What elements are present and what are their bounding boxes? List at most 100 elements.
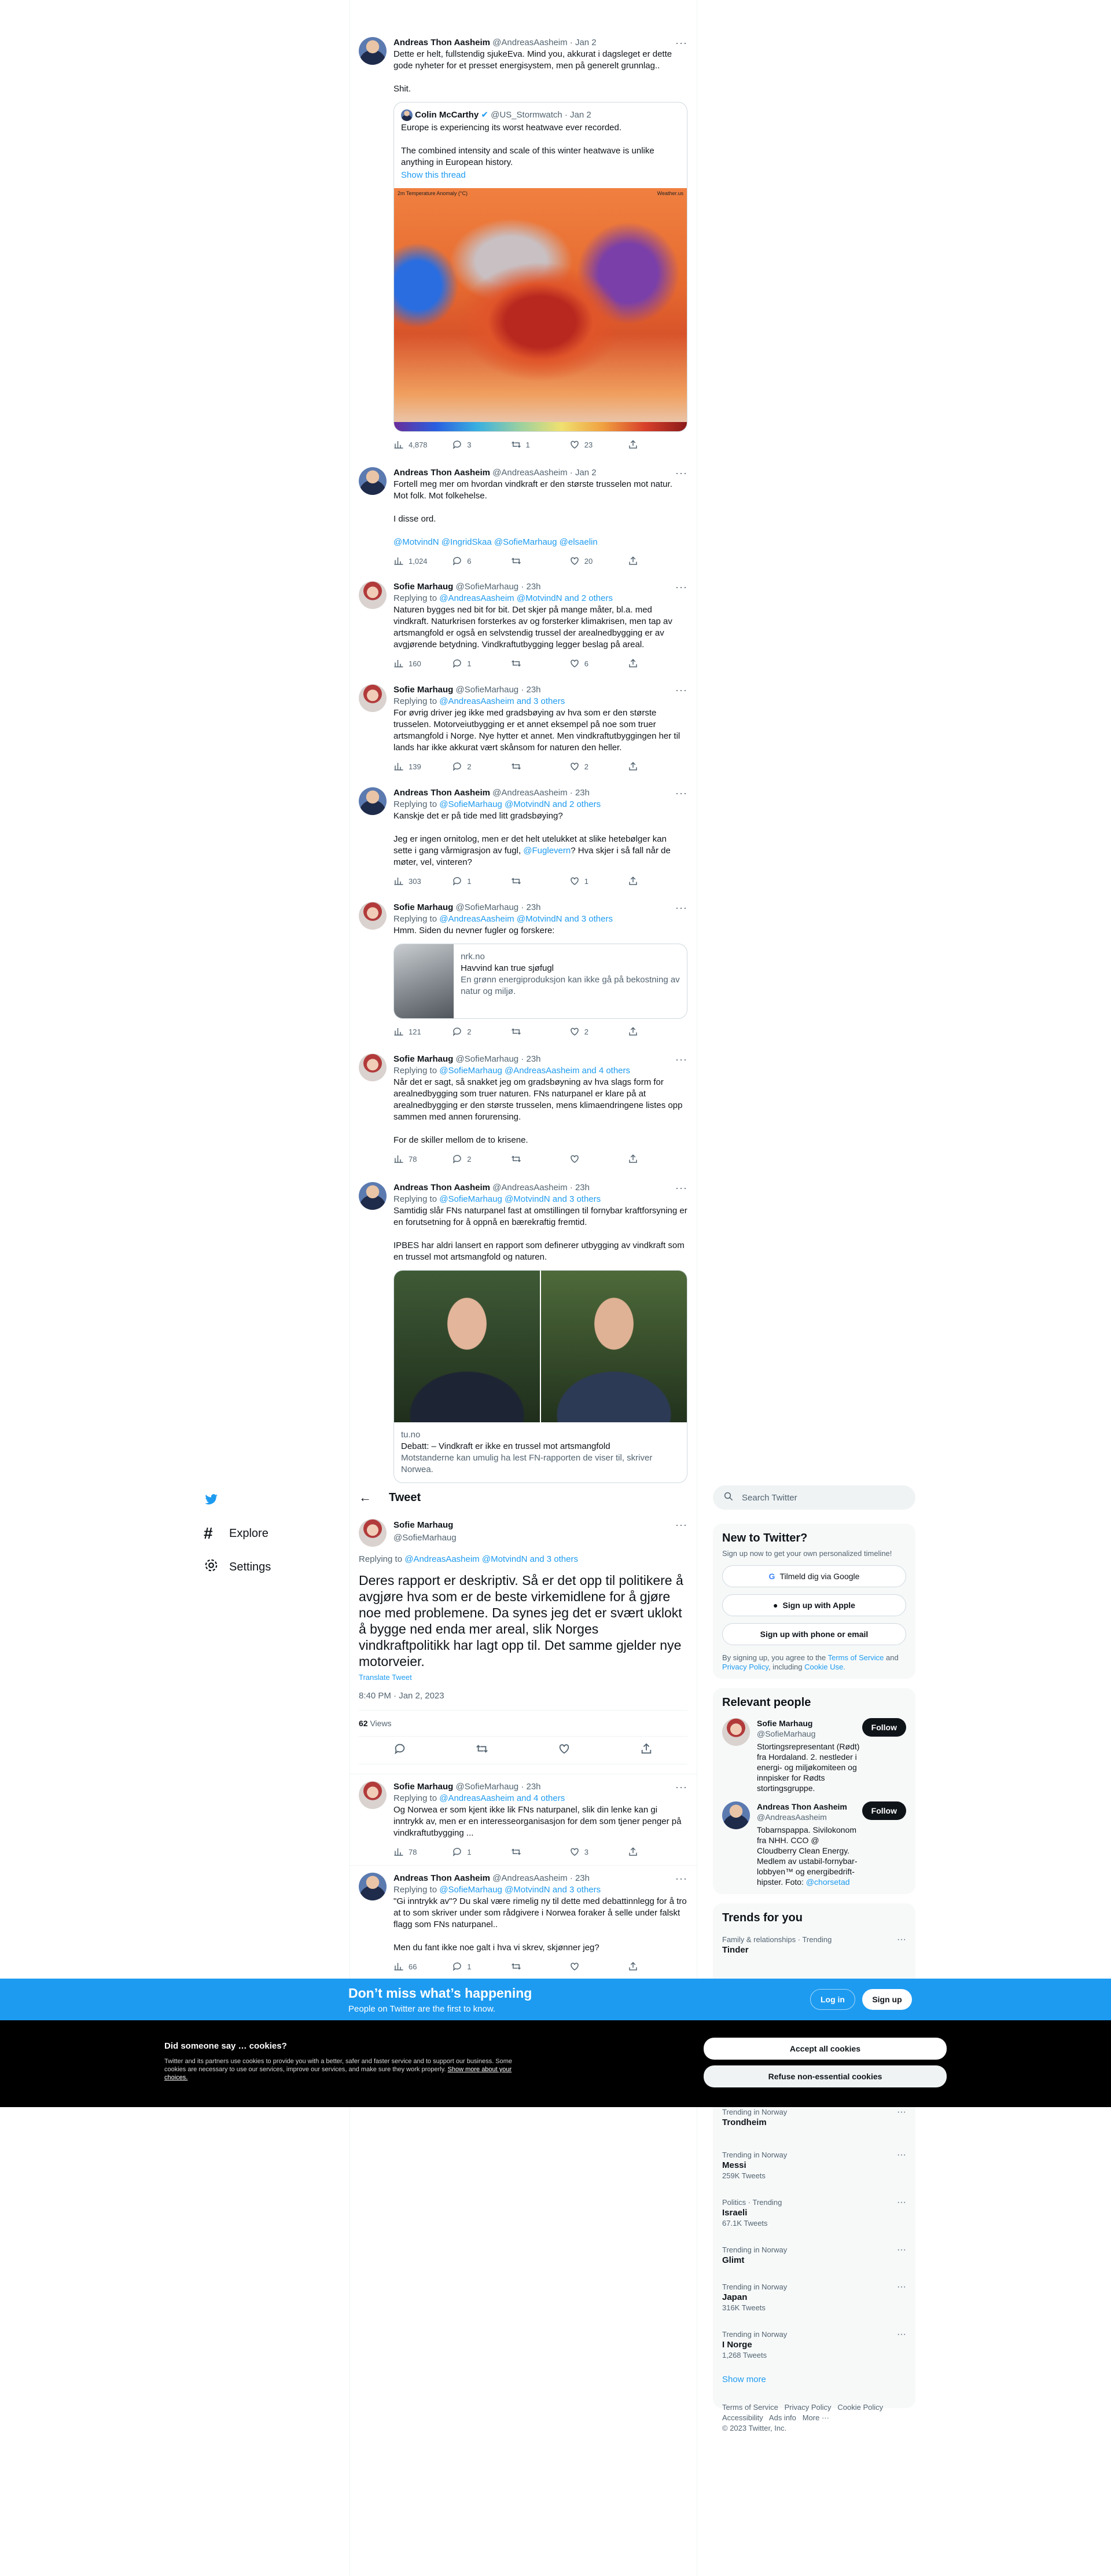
replying-mentions[interactable]: @SofieMarhaug @MotvindN and 3 others	[439, 1194, 601, 1204]
trend-item[interactable]: Trending in Norway I Norge 1,268 Tweets ···	[722, 2324, 906, 2366]
avatar[interactable]	[359, 684, 387, 712]
thread-tweet[interactable]: ··· Sofie Marhaug @SofieMarhaug · 23h Re…	[350, 1047, 697, 1168]
reply-button[interactable]: 1	[452, 1847, 492, 1857]
retweet-button[interactable]	[511, 1847, 551, 1857]
share-button[interactable]	[628, 439, 639, 450]
more-dots-icon[interactable]: ···	[897, 1935, 906, 1945]
avatar[interactable]	[359, 787, 387, 815]
show-more-link[interactable]: Show more	[722, 2375, 906, 2384]
avatar[interactable]	[359, 1054, 387, 1081]
like-button[interactable]: 2	[569, 1026, 610, 1037]
like-button[interactable]: 20	[569, 556, 610, 566]
translate-link[interactable]: Translate Tweet	[359, 1673, 687, 1682]
thread-tweet[interactable]: ··· Sofie Marhaug @SofieMarhaug · 23h Re…	[350, 574, 697, 673]
views-button[interactable]: 66	[393, 1961, 434, 1972]
nav-explore[interactable]: # Explore	[197, 1517, 347, 1550]
avatar[interactable]	[359, 1182, 387, 1210]
replying-mentions[interactable]: @AndreasAasheim and 3 others	[439, 696, 565, 706]
author-name[interactable]: Andreas Thon Aasheim	[393, 1183, 490, 1192]
terms-link[interactable]: Terms of Service	[828, 1653, 884, 1662]
author-handle[interactable]: @AndreasAasheim	[492, 788, 567, 798]
views-button[interactable]: 121	[393, 1026, 434, 1037]
nav-settings[interactable]: Settings	[197, 1550, 347, 1584]
avatar[interactable]	[722, 1718, 750, 1746]
retweet-button[interactable]	[511, 1026, 551, 1037]
more-dots-icon[interactable]: ···	[675, 1054, 687, 1066]
link-card-photo[interactable]: tu.no Debatt: – Vindkraft er ikke en tru…	[393, 1270, 687, 1483]
author-name[interactable]: Sofie Marhaug	[393, 902, 453, 912]
author-name[interactable]: Sofie Marhaug	[393, 685, 453, 695]
reply-tweet[interactable]: ··· Sofie Marhaug @SofieMarhaug · 23h Re…	[350, 1774, 697, 1861]
author-name[interactable]: Andreas Thon Aasheim	[393, 788, 490, 798]
views-button[interactable]: 139	[393, 761, 434, 772]
tweet-time[interactable]: · 23h	[570, 1873, 590, 1883]
thread-tweet[interactable]: ··· Andreas Thon Aasheim @AndreasAasheim…	[350, 30, 697, 454]
views-button[interactable]: 4,878	[393, 439, 434, 450]
reply-button[interactable]: 2	[452, 761, 492, 772]
accept-cookies-button[interactable]: Accept all cookies	[704, 2038, 947, 2060]
share-button[interactable]	[628, 1026, 639, 1037]
author-handle[interactable]: @SofieMarhaug	[393, 1532, 687, 1544]
person-name[interactable]: Andreas Thon Aasheim	[757, 1801, 860, 1812]
like-button[interactable]: 2	[569, 761, 610, 772]
like-button[interactable]: 3	[569, 1847, 610, 1857]
mention-link[interactable]: @Fuglevern	[523, 846, 571, 856]
reply-tweet[interactable]: ··· Andreas Thon Aasheim @AndreasAasheim…	[350, 1865, 697, 1976]
author-name[interactable]: Andreas Thon Aasheim	[393, 468, 490, 478]
reply-icon[interactable]	[393, 1742, 406, 1758]
footer-line[interactable]: Accessibility Ads info More ···	[722, 2413, 915, 2423]
search-input[interactable]: Search Twitter	[713, 1485, 915, 1510]
views-button[interactable]: 78	[393, 1154, 434, 1164]
trend-item[interactable]: Trending in Norway Messi 259K Tweets ···	[722, 2144, 906, 2187]
tweet-time[interactable]: · 23h	[521, 902, 540, 912]
avatar[interactable]	[359, 1781, 387, 1809]
like-button[interactable]: 1	[569, 876, 610, 886]
more-dots-icon[interactable]: ···	[675, 1873, 687, 1885]
privacy-link[interactable]: Privacy Policy	[722, 1663, 768, 1671]
avatar[interactable]	[722, 1801, 750, 1829]
avatar[interactable]	[359, 581, 387, 609]
share-button[interactable]	[628, 1847, 639, 1857]
tweet-time[interactable]: · 23h	[570, 1183, 590, 1192]
thread-tweet[interactable]: ··· Sofie Marhaug @SofieMarhaug · 23h Re…	[350, 895, 697, 1041]
trend-item[interactable]: Trending in Norway Japan 316K Tweets ···	[722, 2276, 906, 2319]
mention-links[interactable]: @MotvindN @IngridSkaa @SofieMarhaug @els…	[393, 537, 687, 548]
tweet-time[interactable]: · 23h	[521, 1782, 540, 1792]
author-handle[interactable]: @AndreasAasheim	[492, 468, 567, 478]
more-dots-icon[interactable]: ···	[897, 2329, 906, 2340]
show-thread-link[interactable]: Show this thread	[394, 170, 687, 188]
login-button[interactable]: Log in	[810, 1989, 855, 2010]
author-handle[interactable]: @SofieMarhaug	[456, 582, 519, 592]
author-handle[interactable]: @AndreasAasheim	[492, 1183, 567, 1192]
reply-button[interactable]: 1	[452, 658, 492, 669]
more-dots-icon[interactable]: ···	[675, 902, 687, 914]
cookie-link[interactable]: Cookie Use.	[804, 1663, 845, 1671]
more-dots-icon[interactable]: ···	[675, 1781, 687, 1793]
more-dots-icon[interactable]: ···	[675, 581, 687, 593]
author-handle[interactable]: @SofieMarhaug	[456, 1782, 519, 1792]
trend-item[interactable]: Trending in Norway Trondheim ···	[722, 2107, 906, 2134]
relevant-person[interactable]: Sofie Marhaug @SofieMarhaug Stortingsrep…	[722, 1718, 906, 1793]
bio-link[interactable]: @chorsetad	[806, 1877, 850, 1887]
twitter-logo-icon[interactable]	[197, 1482, 347, 1517]
reply-button[interactable]: 2	[452, 1026, 492, 1037]
more-dots-icon[interactable]: ···	[897, 2150, 906, 2160]
avatar[interactable]	[359, 467, 387, 495]
footer-line[interactable]: Terms of Service Privacy Policy Cookie P…	[722, 2402, 915, 2413]
thread-tweet[interactable]: ··· Andreas Thon Aasheim @AndreasAasheim…	[350, 780, 697, 890]
like-button[interactable]: 6	[569, 658, 610, 669]
signup-button[interactable]: Sign up	[862, 1989, 912, 2010]
trend-item[interactable]: Trending in Norway Glimt ···	[722, 2239, 906, 2272]
person-name[interactable]: Sofie Marhaug	[757, 1718, 860, 1729]
retweet-button[interactable]: 1	[511, 439, 551, 450]
tweet-time[interactable]: · 23h	[521, 582, 540, 592]
like-button[interactable]	[569, 1154, 610, 1164]
avatar[interactable]	[359, 1519, 387, 1547]
more-dots-icon[interactable]: ···	[675, 684, 687, 696]
avatar[interactable]	[359, 902, 387, 930]
like-button[interactable]: 23	[569, 439, 610, 450]
replying-mentions[interactable]: @AndreasAasheim and 4 others	[439, 1793, 565, 1803]
share-button[interactable]	[628, 1961, 639, 1972]
retweet-icon[interactable]	[476, 1742, 488, 1758]
quoted-tweet[interactable]: Colin McCarthy ✔ @US_Stormwatch · Jan 2 …	[393, 102, 687, 432]
